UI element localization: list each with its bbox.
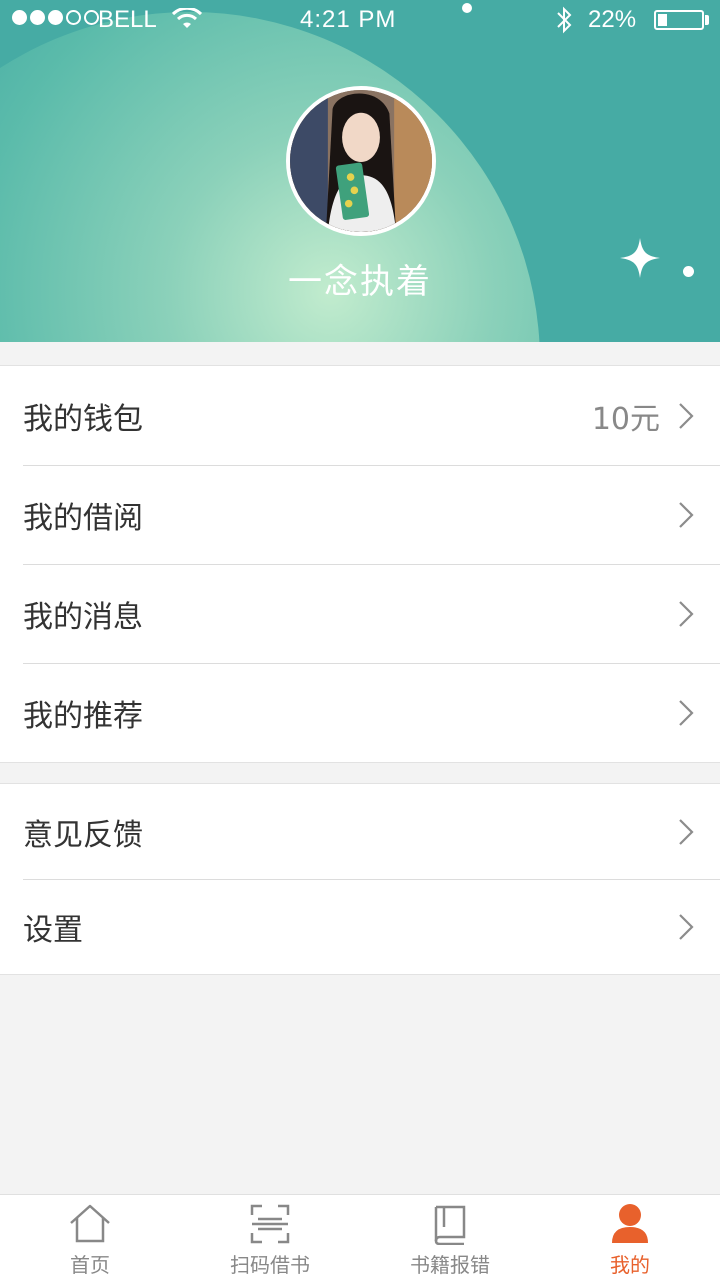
menu-item-label: 我的消息 (23, 599, 143, 635)
chevron-right-icon (679, 818, 694, 845)
battery-icon (654, 10, 704, 30)
scan-icon (250, 1204, 290, 1244)
avatar[interactable] (286, 86, 436, 236)
status-bar: BELL 4:21 PM 22% (0, 0, 720, 40)
menu-item-label: 我的借阅 (23, 500, 143, 536)
wallet-balance: 10元 (591, 401, 660, 437)
avatar-image (290, 90, 432, 232)
tab-book-report[interactable]: 书籍报错 (360, 1195, 540, 1280)
menu-item-messages[interactable]: 我的消息 (0, 564, 720, 663)
menu-item-borrowing[interactable]: 我的借阅 (0, 465, 720, 564)
carrier-name: BELL (98, 6, 157, 33)
tab-bar: 首页 扫码借书 书籍报错 我的 (0, 1194, 720, 1280)
tab-label: 首页 (70, 1253, 110, 1277)
menu-item-settings[interactable]: 设置 (0, 879, 720, 974)
home-icon (70, 1204, 110, 1243)
tab-mine[interactable]: 我的 (540, 1195, 720, 1280)
chevron-right-icon (679, 402, 694, 429)
menu-group-account: 我的钱包 10元 我的借阅 我的消息 我的推荐 (0, 365, 720, 763)
menu-item-recommendations[interactable]: 我的推荐 (0, 663, 720, 762)
book-icon (434, 1205, 466, 1245)
battery-tip (705, 15, 709, 25)
status-time: 4:21 PM (300, 6, 397, 33)
tab-label: 书籍报错 (410, 1253, 490, 1277)
menu-item-wallet[interactable]: 我的钱包 10元 (0, 366, 720, 465)
signal-icon (12, 10, 99, 25)
battery-percentage: 22% (588, 6, 637, 33)
menu-item-label: 意见反馈 (23, 817, 143, 853)
bluetooth-icon (557, 6, 572, 34)
menu-item-label: 设置 (23, 912, 83, 948)
user-icon (612, 1204, 648, 1243)
menu-item-feedback[interactable]: 意见反馈 (0, 784, 720, 879)
username: 一念执着 (288, 262, 432, 302)
menu-item-label: 我的推荐 (23, 698, 143, 734)
chevron-right-icon (679, 600, 694, 627)
wifi-icon (172, 8, 202, 28)
chevron-right-icon (679, 913, 694, 940)
menu-group-general: 意见反馈 设置 (0, 783, 720, 975)
tab-label: 我的 (610, 1253, 650, 1277)
tab-scan-borrow[interactable]: 扫码借书 (180, 1195, 360, 1280)
chevron-right-icon (679, 699, 694, 726)
tab-home[interactable]: 首页 (0, 1195, 180, 1280)
tab-label: 扫码借书 (230, 1253, 310, 1277)
menu-item-label: 我的钱包 (23, 401, 143, 437)
chevron-right-icon (679, 501, 694, 528)
